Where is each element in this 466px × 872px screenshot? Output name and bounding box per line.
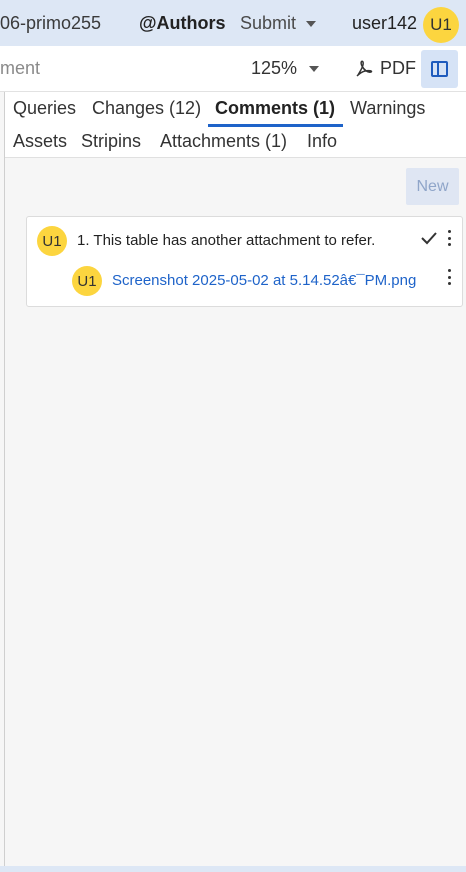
user-name[interactable]: user142 <box>352 13 417 34</box>
tab-bar: Queries Changes (12) Comments (1) Warnin… <box>5 92 466 158</box>
tab-queries[interactable]: Queries <box>13 98 76 119</box>
top-bar: 06-primo255 @Authors Submit user142 U1 <box>0 0 466 46</box>
document-toolbar: ment 125% PDF <box>0 46 466 92</box>
more-options-icon[interactable] <box>446 230 452 246</box>
tab-stripins[interactable]: Stripins <box>81 131 141 152</box>
chevron-down-icon <box>306 20 317 27</box>
comment-text: 1. This table has another attachment to … <box>77 232 376 249</box>
pdf-label: PDF <box>380 58 416 78</box>
tab-info[interactable]: Info <box>307 131 337 152</box>
submit-label: Submit <box>240 13 297 33</box>
document-id[interactable]: 06-primo255 <box>0 13 101 34</box>
document-name: ment <box>0 58 41 78</box>
new-comment-button[interactable]: New <box>406 168 459 205</box>
pdf-icon <box>356 59 373 77</box>
attachment-author-avatar: U1 <box>72 266 102 296</box>
sidebar-panel-icon <box>431 61 448 77</box>
zoom-dropdown[interactable]: 125% <box>251 58 320 79</box>
attachment-link[interactable]: Screenshot 2025-05-02 at 5.14.52â€¯PM.pn… <box>112 272 416 289</box>
tab-attachments[interactable]: Attachments (1) <box>160 131 287 152</box>
user-avatar[interactable]: U1 <box>423 7 459 43</box>
panel-toggle-button[interactable] <box>421 50 458 88</box>
chevron-down-icon <box>309 65 320 72</box>
zoom-level: 125% <box>251 58 298 78</box>
tab-comments[interactable]: Comments (1) <box>215 98 335 119</box>
tab-warnings[interactable]: Warnings <box>350 98 425 119</box>
attachment-options-icon[interactable] <box>446 269 452 285</box>
tab-assets[interactable]: Assets <box>13 131 67 152</box>
submit-dropdown[interactable]: Submit <box>240 13 317 34</box>
tab-changes[interactable]: Changes (12) <box>92 98 201 119</box>
bottom-strip <box>0 866 466 872</box>
comment-author-avatar: U1 <box>37 226 67 256</box>
pdf-button[interactable]: PDF <box>354 58 416 79</box>
authors-link[interactable]: @Authors <box>139 13 226 34</box>
comments-sidebar: Queries Changes (12) Comments (1) Warnin… <box>4 92 466 868</box>
active-tab-indicator <box>208 124 343 127</box>
resolve-check-icon[interactable] <box>420 229 438 247</box>
comment-card: U1 1. This table has another attachment … <box>26 216 463 307</box>
